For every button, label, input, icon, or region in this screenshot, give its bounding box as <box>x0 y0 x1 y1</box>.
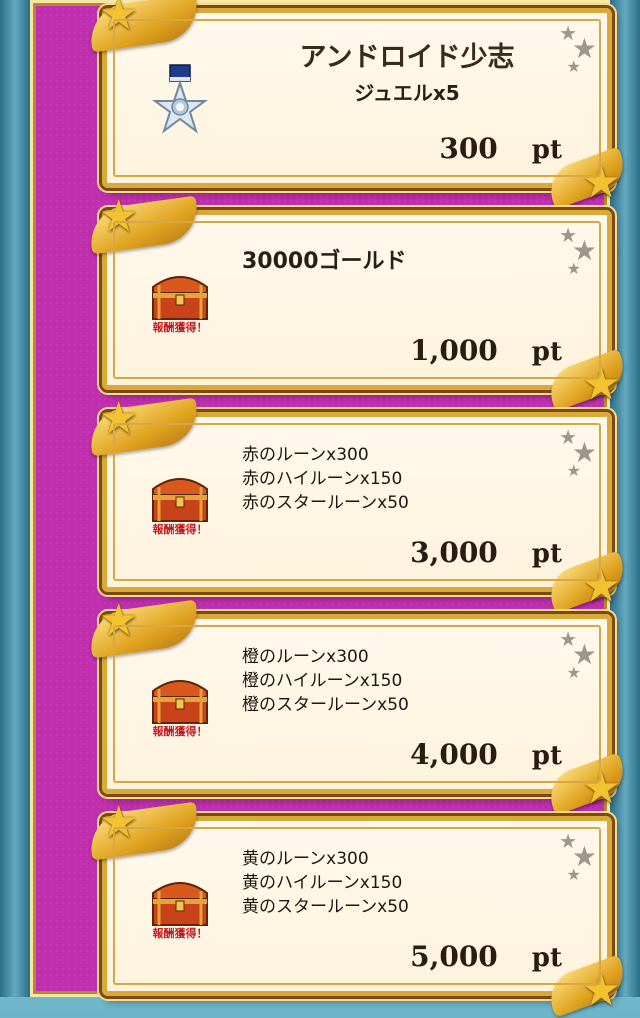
grey-star-icon: ★ <box>566 663 581 682</box>
chest-label: 報酬獲得！ <box>152 725 208 738</box>
reward-card-4: ★ ★ ★ ★ ★ 報酬獲得！ 橙のルーンx300 橙のハイルーンx150 橙の… <box>86 599 632 816</box>
reward-line: 赤のルーンx300 <box>242 445 369 465</box>
treasure-chest-icon: 報酬獲得！ <box>145 265 215 335</box>
gold-star-icon: ★ <box>581 763 621 814</box>
gold-star-icon: ★ <box>99 797 139 848</box>
background-left-strip <box>0 0 30 997</box>
required-points: 4,000 pt <box>410 738 562 771</box>
gold-star-icon: ★ <box>581 965 621 1016</box>
required-points: 5,000 pt <box>410 940 562 973</box>
points-unit: pt <box>531 539 562 569</box>
reward-line: 橙のハイルーンx150 <box>242 671 403 691</box>
reward-item: ジュエルx5 <box>354 81 460 105</box>
grey-star-icon: ★ <box>566 57 581 76</box>
medal-icon <box>145 63 215 134</box>
reward-line: 赤のスタールーンx50 <box>242 493 409 513</box>
points-value: 300 <box>439 132 498 165</box>
reward-card-2: ★ ★ ★ ★ ★ 報酬獲得！ 30000ゴールド 1,000 pt <box>86 195 632 412</box>
treasure-chest-icon: 報酬獲得！ <box>145 669 215 739</box>
points-value: 4,000 <box>410 738 498 771</box>
points-unit: pt <box>531 943 562 973</box>
gold-star-icon: ★ <box>99 0 139 40</box>
gold-star-icon: ★ <box>581 157 621 208</box>
reward-line: 黄のスタールーンx50 <box>242 897 409 917</box>
reward-items: 黄のルーンx300 黄のハイルーンx150 黄のスタールーンx50 <box>242 847 409 919</box>
gold-star-icon: ★ <box>581 359 621 410</box>
required-points: 3,000 pt <box>410 536 562 569</box>
reward-line: 黄のルーンx300 <box>242 849 369 869</box>
treasure-chest-icon: 報酬獲得！ <box>145 871 215 941</box>
points-unit: pt <box>531 337 562 367</box>
points-unit: pt <box>531 135 562 165</box>
reward-line: 橙のスタールーンx50 <box>242 695 409 715</box>
points-unit: pt <box>531 741 562 771</box>
reward-card-3: ★ ★ ★ ★ ★ 報酬獲得！ 赤のルーンx300 赤のハイルーンx150 赤の… <box>86 397 632 614</box>
reward-line: 橙のルーンx300 <box>242 647 369 667</box>
gold-star-icon: ★ <box>99 191 139 242</box>
reward-items: 赤のルーンx300 赤のハイルーンx150 赤のスタールーンx50 <box>242 443 409 515</box>
required-points: 300 pt <box>439 132 562 165</box>
gold-star-icon: ★ <box>99 595 139 646</box>
gold-star-icon: ★ <box>99 393 139 444</box>
reward-line: 赤のハイルーンx150 <box>242 469 403 489</box>
reward-card-1: ★ ★ ★ ★ ★ アンドロイド少志 ジュエルx5 300 pt <box>86 0 632 210</box>
chest-label: 報酬獲得！ <box>152 321 208 334</box>
reward-line: 黄のハイルーンx150 <box>242 873 403 893</box>
required-points: 1,000 pt <box>410 334 562 367</box>
reward-item: 30000ゴールド <box>242 249 407 274</box>
reward-card-5: ★ ★ ★ ★ ★ 報酬獲得！ 黄のルーンx300 黄のハイルーンx150 黄の… <box>86 801 632 1018</box>
reward-list-panel[interactable]: ★ ★ ★ ★ ★ アンドロイド少志 ジュエルx5 300 pt ★ ★ ★ ★… <box>30 0 632 1018</box>
reward-title: アンドロイド少志 <box>299 42 515 73</box>
treasure-chest-icon: 報酬獲得！ <box>145 467 215 537</box>
reward-items: 橙のルーンx300 橙のハイルーンx150 橙のスタールーンx50 <box>242 645 409 717</box>
gold-star-icon: ★ <box>581 561 621 612</box>
chest-label: 報酬獲得！ <box>152 523 208 536</box>
chest-label: 報酬獲得！ <box>152 927 208 940</box>
grey-star-icon: ★ <box>566 259 581 278</box>
points-value: 1,000 <box>410 334 498 367</box>
points-value: 3,000 <box>410 536 498 569</box>
grey-star-icon: ★ <box>566 865 581 884</box>
grey-star-icon: ★ <box>566 461 581 480</box>
points-value: 5,000 <box>410 940 498 973</box>
